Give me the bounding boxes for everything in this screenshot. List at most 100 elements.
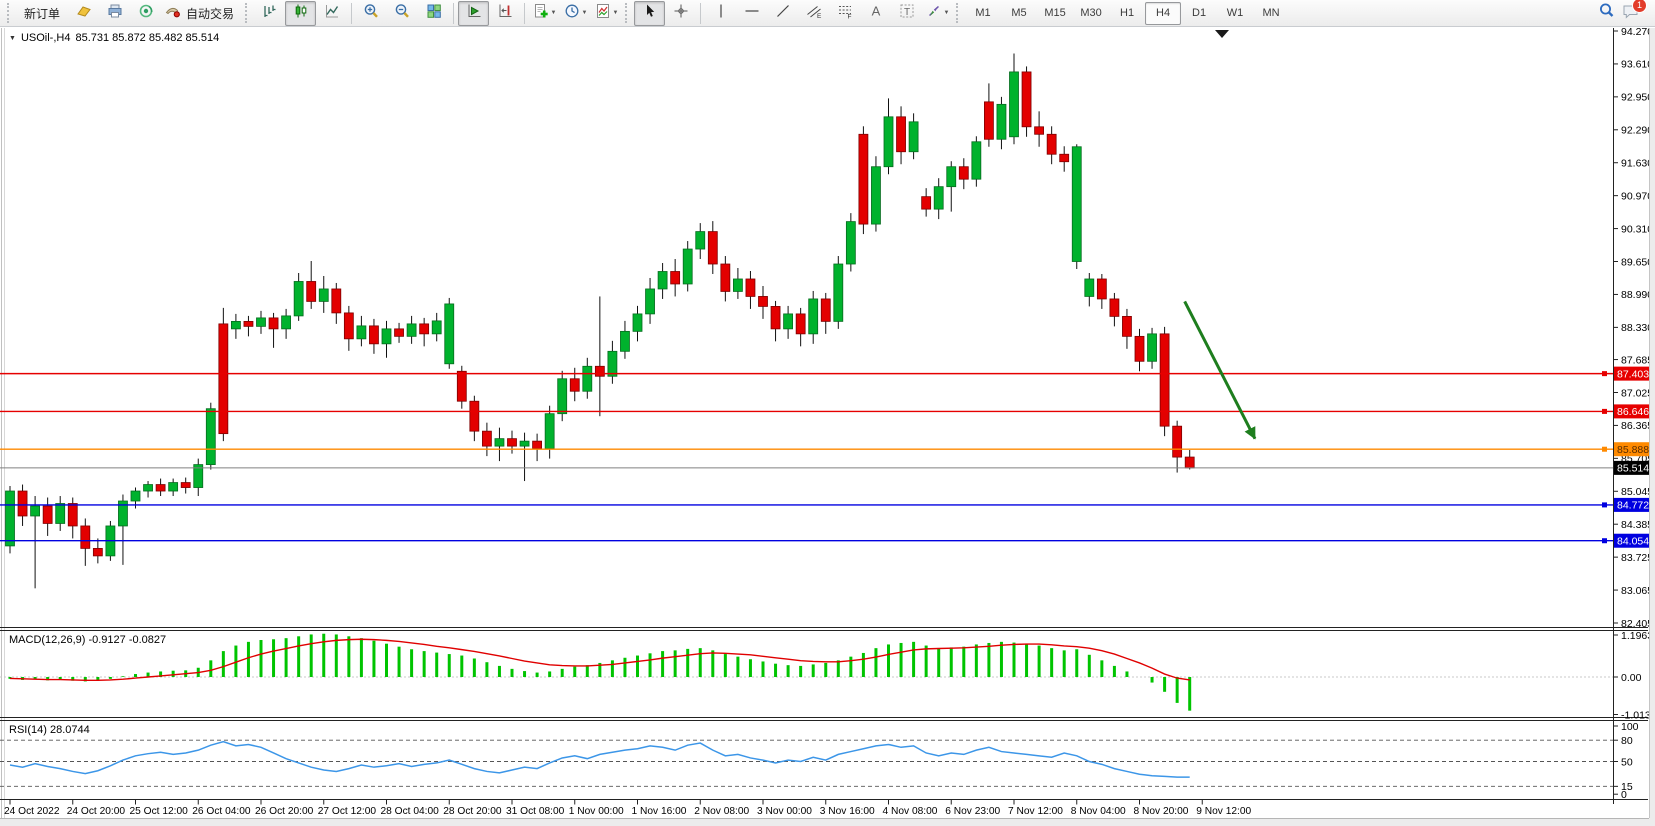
bullish-candle bbox=[1085, 279, 1094, 296]
toolbar-grip bbox=[625, 3, 631, 23]
bullish-candle bbox=[131, 491, 140, 501]
time-tick-label: 2 Nov 08:00 bbox=[694, 806, 749, 817]
line-handle bbox=[1602, 371, 1607, 376]
signal-button[interactable] bbox=[130, 1, 161, 26]
equidistant-channel-icon: E bbox=[806, 3, 822, 24]
macd-tick-label: 0.00 bbox=[1621, 672, 1642, 684]
bearish-candle bbox=[1047, 134, 1056, 154]
text-label-button[interactable]: T bbox=[891, 1, 922, 26]
toolbar-grip bbox=[956, 3, 962, 23]
price-tag-label: 84.054 bbox=[1617, 536, 1649, 548]
bullish-candle bbox=[658, 271, 667, 288]
price-tag-label: 84.772 bbox=[1617, 500, 1649, 512]
timeframe-h4-button[interactable]: H4 bbox=[1145, 2, 1181, 25]
time-tick-label: 8 Nov 20:00 bbox=[1134, 806, 1189, 817]
text-button[interactable]: A bbox=[860, 1, 891, 26]
gold-button[interactable] bbox=[68, 1, 99, 26]
line-chart-icon bbox=[324, 3, 340, 24]
timeframe-d1-button[interactable]: D1 bbox=[1181, 2, 1217, 25]
equidistant-channel-button[interactable]: E bbox=[798, 1, 829, 26]
rsi-tick-label: 100 bbox=[1621, 721, 1639, 733]
bearish-candle bbox=[1060, 154, 1069, 161]
bullish-candle bbox=[646, 289, 655, 314]
time-tick-label: 24 Oct 20:00 bbox=[67, 806, 126, 817]
price-tick-label: 89.650 bbox=[1621, 256, 1653, 268]
rsi-tick-label: 0 bbox=[1621, 789, 1627, 801]
macd-indicator-label: MACD(12,26,9) -0.9127 -0.0827 bbox=[9, 634, 166, 646]
zoom-in-button[interactable] bbox=[356, 1, 387, 26]
trendline-button[interactable] bbox=[767, 1, 798, 26]
fibonacci-button[interactable]: F bbox=[829, 1, 860, 26]
price-tag-label: 87.403 bbox=[1617, 368, 1649, 380]
chevron-down-icon: ▼ bbox=[613, 10, 619, 16]
bearish-candle bbox=[181, 483, 190, 488]
cursor-icon bbox=[642, 3, 658, 24]
bullish-candle bbox=[382, 329, 391, 344]
toolbar-separator bbox=[351, 3, 352, 24]
rsi-indicator-label: RSI(14) 28.0744 bbox=[9, 724, 90, 736]
time-tick-label: 24 Oct 2022 bbox=[4, 806, 60, 817]
timeframe-h1-button[interactable]: H1 bbox=[1109, 2, 1145, 25]
zoom-in-icon bbox=[363, 3, 380, 24]
bearish-candle bbox=[395, 329, 404, 336]
chart-canvas[interactable]: 94.27093.61092.95092.29091.63090.97090.3… bbox=[0, 0, 1655, 826]
fibonacci-icon: F bbox=[837, 3, 853, 24]
template-icon bbox=[595, 3, 611, 24]
timeframe-m15-button[interactable]: M15 bbox=[1037, 2, 1073, 25]
bullish-candle bbox=[583, 366, 592, 391]
bar-chart-button[interactable] bbox=[254, 1, 285, 26]
bullish-candle bbox=[495, 439, 504, 446]
bearish-candle bbox=[708, 232, 717, 264]
collapse-triangle-icon[interactable]: ▼ bbox=[9, 35, 16, 42]
horizontal-line-button[interactable] bbox=[736, 1, 767, 26]
vertical-line-button[interactable] bbox=[705, 1, 736, 26]
new-order-button[interactable]: 新订单 bbox=[16, 1, 68, 26]
svg-text:T: T bbox=[903, 6, 909, 17]
cursor-button[interactable] bbox=[634, 1, 665, 26]
bearish-candle bbox=[43, 506, 52, 523]
bullish-candle bbox=[733, 279, 742, 291]
arrows-button[interactable]: ▼ bbox=[922, 1, 953, 26]
bearish-candle bbox=[508, 439, 517, 446]
price-tick-label: 92.290 bbox=[1621, 125, 1653, 137]
chat-button[interactable]: 1 bbox=[1622, 2, 1641, 25]
zoom-out-button[interactable] bbox=[387, 1, 418, 26]
svg-text:A: A bbox=[871, 3, 880, 18]
timeframe-m1-button[interactable]: M1 bbox=[965, 2, 1001, 25]
tile-windows-button[interactable] bbox=[418, 1, 449, 26]
time-tick-label: 4 Nov 08:00 bbox=[883, 806, 938, 817]
price-tick-label: 86.365 bbox=[1621, 420, 1653, 432]
time-tick-label: 26 Oct 20:00 bbox=[255, 806, 314, 817]
horizontal-line-icon bbox=[744, 3, 760, 24]
indicators-button[interactable]: ▼ bbox=[529, 1, 560, 26]
bearish-candle bbox=[1035, 127, 1044, 134]
candlestick-chart-button[interactable] bbox=[285, 1, 316, 26]
bullish-candle bbox=[683, 249, 692, 284]
chart-ohlc-values: 85.731 85.872 85.482 85.514 bbox=[75, 32, 219, 44]
bearish-candle bbox=[332, 289, 341, 313]
bearish-candle bbox=[771, 306, 780, 328]
tile-windows-icon bbox=[426, 3, 442, 24]
chart-shift-button[interactable] bbox=[489, 1, 520, 26]
toolbar-grip bbox=[7, 3, 13, 23]
bullish-candle bbox=[947, 167, 956, 187]
line-chart-button[interactable] bbox=[316, 1, 347, 26]
print-button[interactable] bbox=[99, 1, 130, 26]
search-button[interactable] bbox=[1591, 1, 1622, 26]
rsi-tick-label: 50 bbox=[1621, 756, 1633, 768]
crosshair-button[interactable] bbox=[665, 1, 696, 26]
bullish-candle bbox=[257, 318, 266, 326]
bullish-candle bbox=[545, 414, 554, 449]
templates-button[interactable]: ▼ bbox=[591, 1, 622, 26]
auto-scroll-button[interactable] bbox=[458, 1, 489, 26]
price-tick-label: 88.990 bbox=[1621, 289, 1653, 301]
time-tick-label: 28 Oct 20:00 bbox=[443, 806, 502, 817]
line-handle bbox=[1602, 447, 1607, 452]
timeframe-m30-button[interactable]: M30 bbox=[1073, 2, 1109, 25]
bearish-candle bbox=[984, 102, 993, 139]
timeframe-w1-button[interactable]: W1 bbox=[1217, 2, 1253, 25]
autotrading-button[interactable]: 自动交易 bbox=[161, 1, 242, 26]
timeframe-m5-button[interactable]: M5 bbox=[1001, 2, 1037, 25]
timeframe-mn-button[interactable]: MN bbox=[1253, 2, 1289, 25]
periods-button[interactable]: ▼ bbox=[560, 1, 591, 26]
